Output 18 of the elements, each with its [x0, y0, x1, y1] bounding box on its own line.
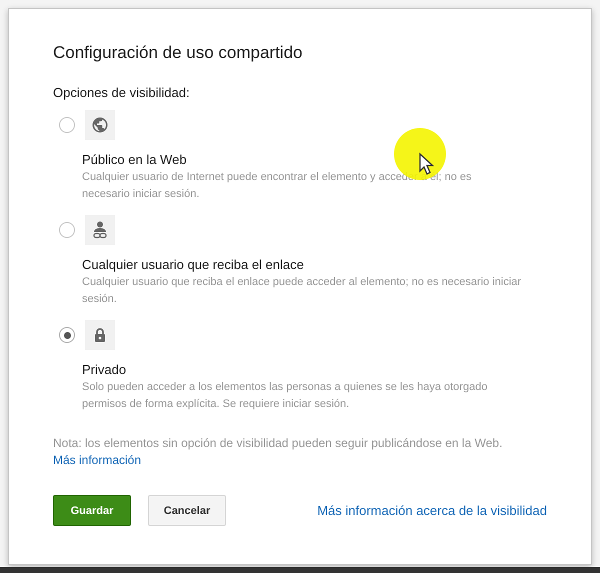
option-description: Cualquier usuario que reciba el enlace puede acceder al elemento; no es necesario iniciar sesión. [82, 275, 522, 307]
option-label: Cualquier usuario que reciba el enlace [82, 257, 305, 272]
radio-button[interactable] [59, 327, 75, 343]
option-label: Público en la Web [82, 152, 188, 167]
more-info-link[interactable]: Más información [53, 453, 142, 467]
save-button[interactable]: Guardar [53, 495, 131, 526]
option-label: Privado [82, 362, 128, 377]
option-description: Solo pueden acceder a los elementos las personas a quienes se les haya otorgado permisos de forma explícita. Se requiere iniciar sesión. [82, 380, 488, 412]
person-link-icon [92, 221, 108, 239]
dialog-title: Configuración de uso compartido [53, 43, 304, 63]
lock-icon [94, 328, 106, 342]
section-label: Opciones de visibilidad: [53, 85, 191, 100]
globe-icon [91, 116, 109, 134]
radio-button[interactable] [59, 222, 75, 238]
cancel-button[interactable]: Cancelar [148, 495, 226, 526]
note-text: Nota: los elementos sin opción de visibilidad pueden seguir publicándose en la Web. Más información [53, 435, 504, 469]
radio-button[interactable] [59, 117, 75, 133]
visibility-help-link[interactable]: Más información acerca de la visibilidad [317, 503, 547, 518]
